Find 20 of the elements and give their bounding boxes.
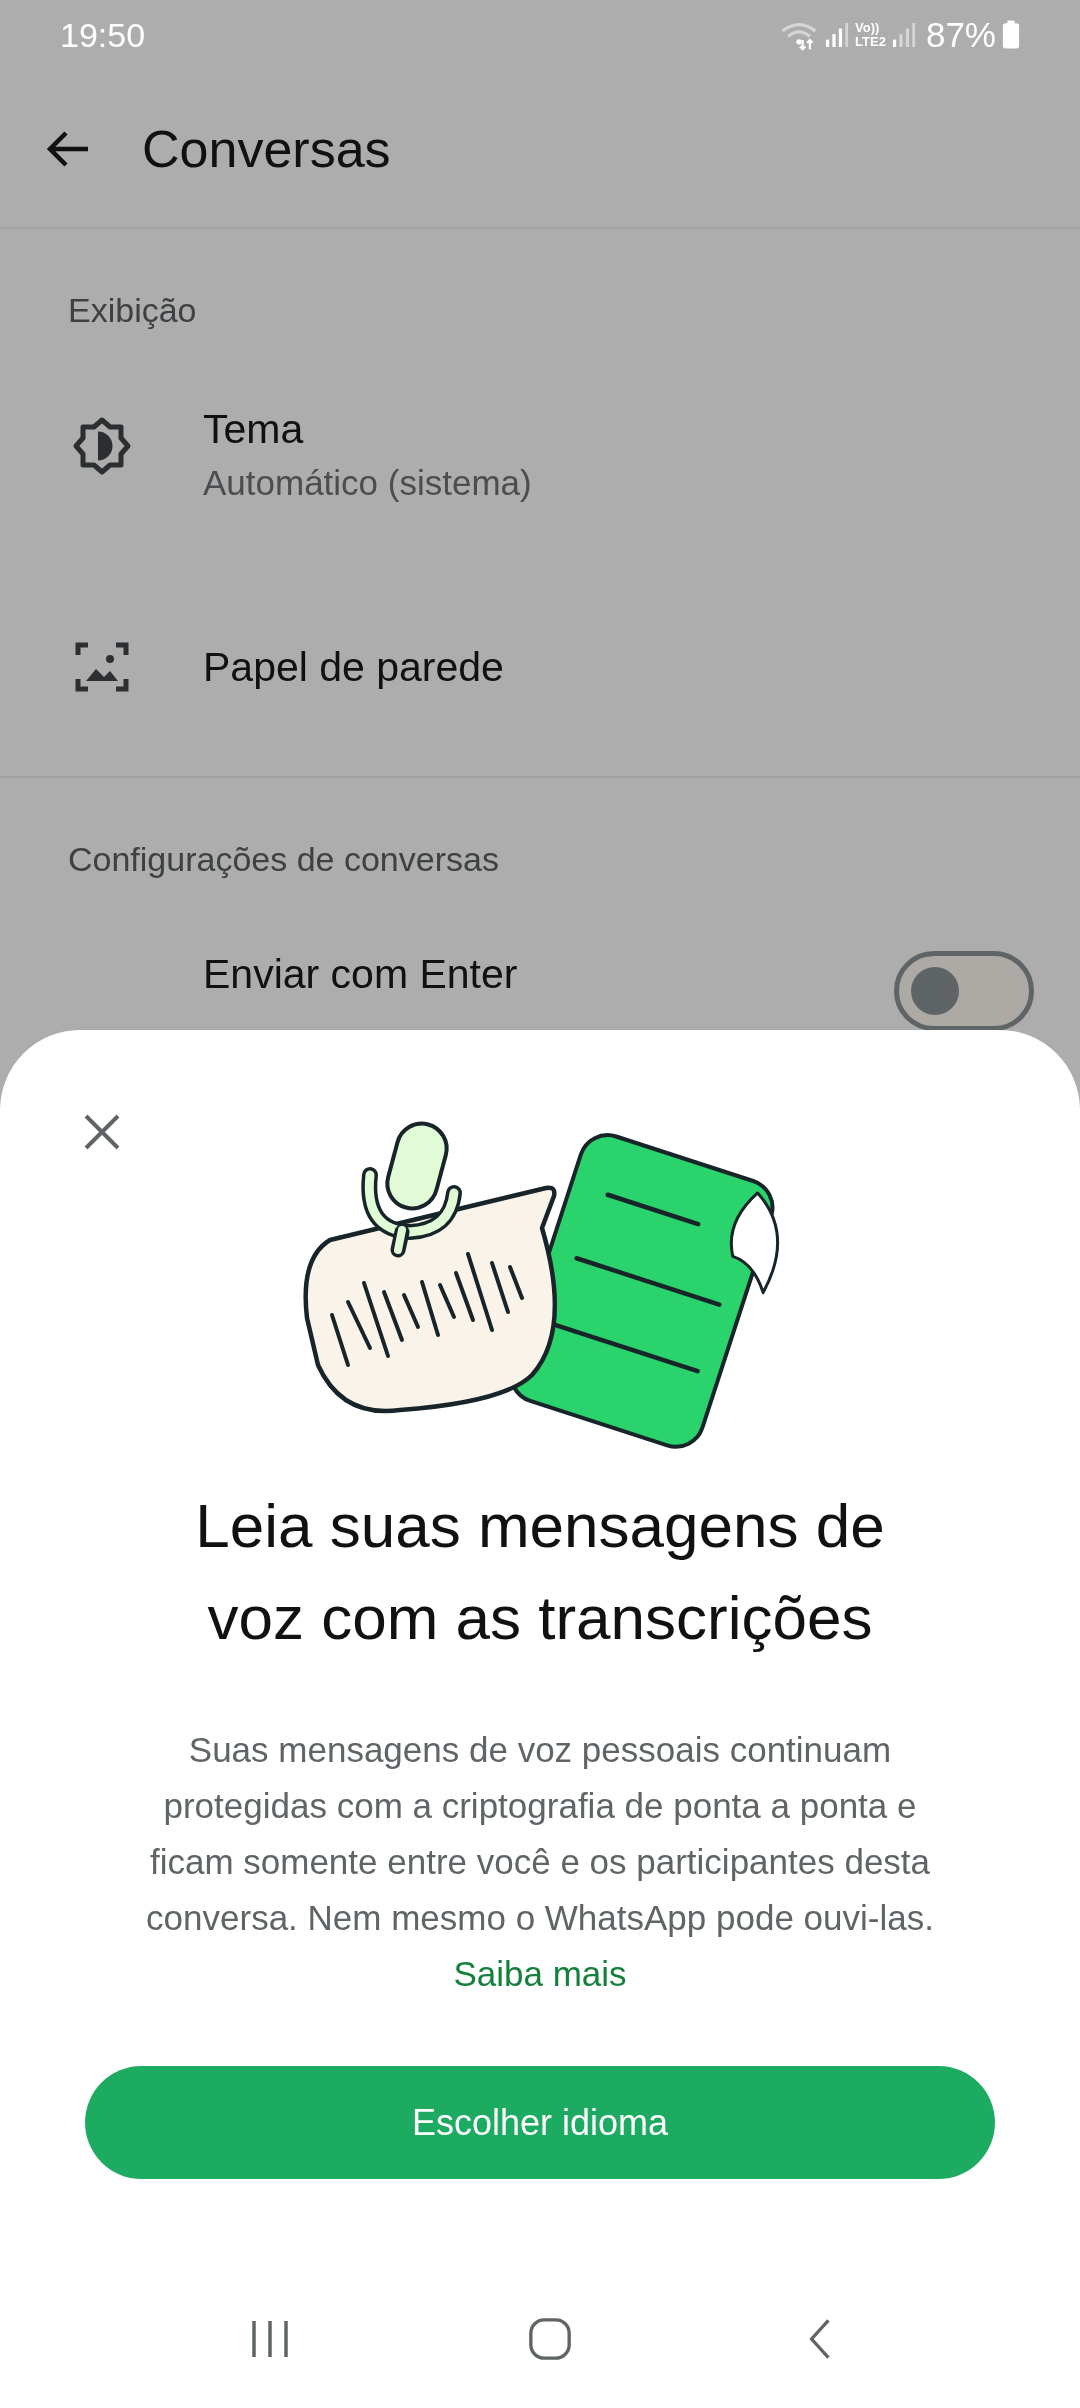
section-header: Configurações de conversas [67, 839, 500, 880]
close-icon[interactable] [82, 1112, 122, 1152]
setting-subtitle: Automático (sistema) [203, 463, 533, 503]
sheet-title: Leia suas mensagens de [195, 1490, 885, 1562]
brightness-icon [71, 416, 132, 476]
battery-icon [1002, 20, 1020, 50]
setting-title[interactable]: Enviar com Enter [203, 951, 894, 998]
home-icon[interactable] [527, 2316, 573, 2362]
learn-more-link[interactable]: Saiba mais [453, 1954, 627, 1993]
setting-title[interactable]: Papel de parede [203, 643, 1080, 691]
signal-icon [825, 21, 850, 49]
battery-percent: 87% [925, 15, 996, 55]
section-header: Exibição [67, 290, 198, 331]
volte-label: Vo)) LTE2 [855, 21, 886, 49]
sheet-title: voz com as transcrições [207, 1582, 873, 1654]
sheet-description: Suas mensagens de voz pessoais continuam protegidas com a criptografia de ponta a ponta e ficam somente entre você e os participantes desta conversa. Nem mesmo o WhatsApp pode ouvi-las. Saiba mais [145, 1729, 935, 1995]
setting-title[interactable]: Tema [203, 406, 1080, 453]
signal-icon [891, 21, 916, 49]
status-time: 19:50 [60, 15, 146, 55]
page-title: Conversas [142, 118, 391, 179]
